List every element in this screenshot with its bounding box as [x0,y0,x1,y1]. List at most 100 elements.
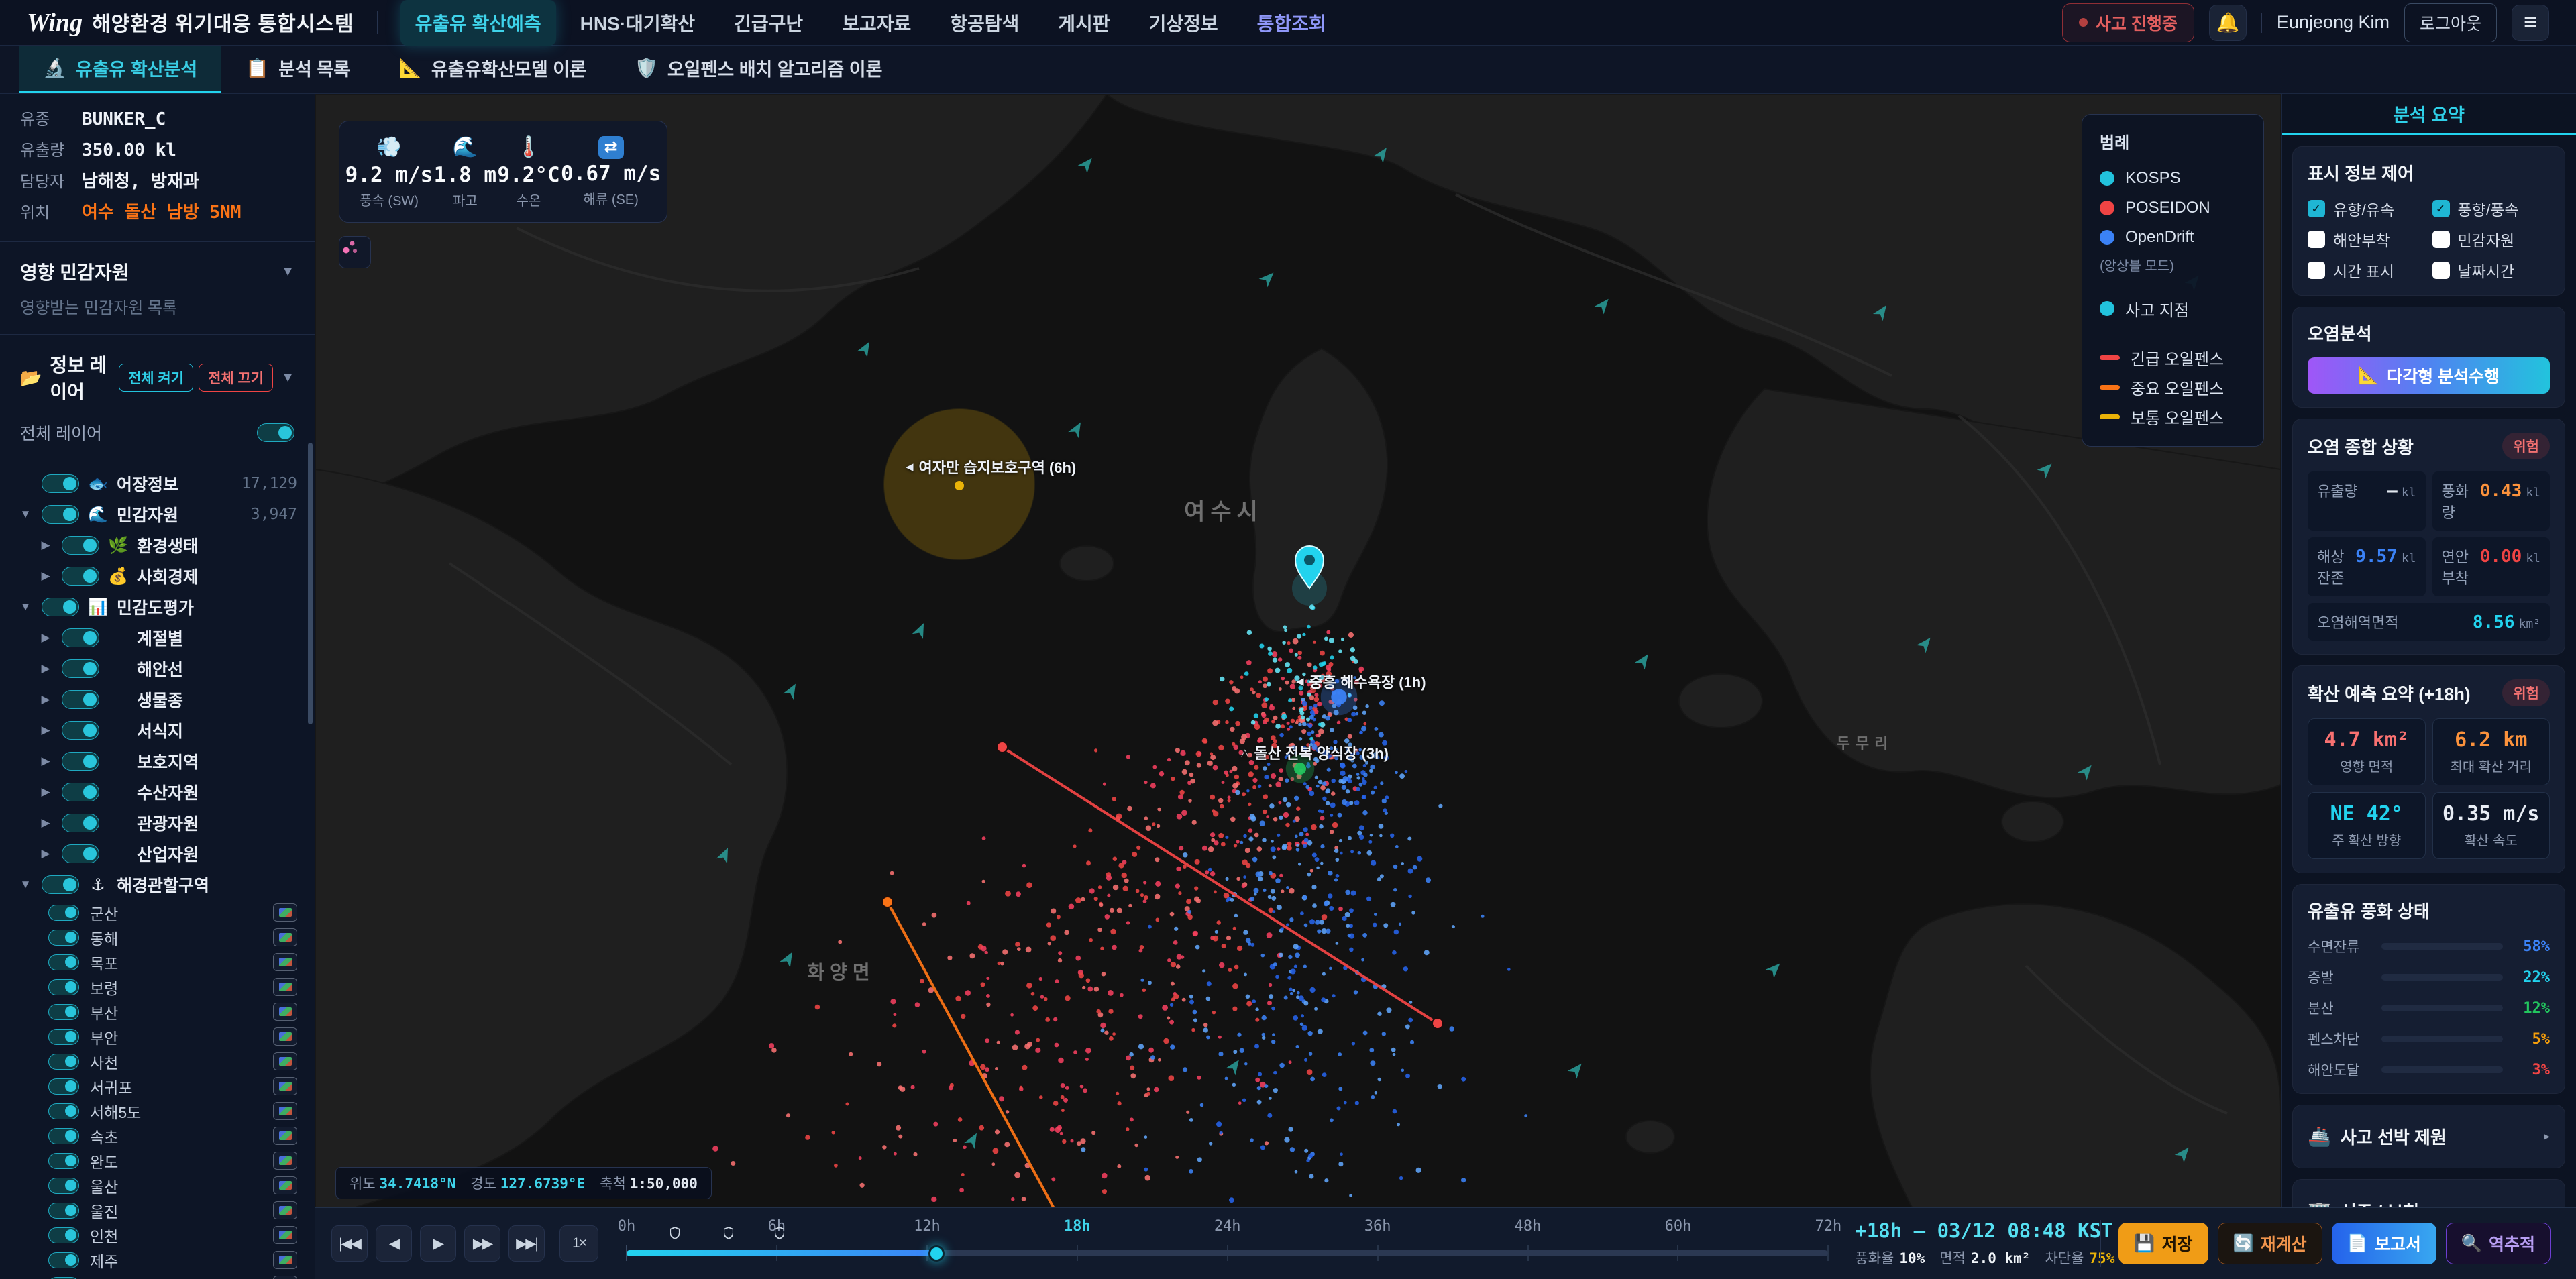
region-map-image-button[interactable] [273,1127,297,1145]
all-layers-on-button[interactable]: 전체 켜기 [119,364,193,392]
sub-tab[interactable]: 📐 유출유확산모델 이론 [374,46,610,93]
display-checkbox-row[interactable]: 풍향/풍속 [2432,197,2551,220]
region-toggle[interactable] [48,1054,79,1070]
chevron-down-icon[interactable]: ▼ [281,370,294,386]
region-toggle[interactable] [48,1029,79,1045]
checkbox-icon[interactable] [2308,231,2325,248]
sub-tab[interactable]: 🛡️ 오일펜스 배치 알고리즘 이론 [610,46,906,93]
region-map-image-button[interactable] [273,1027,297,1046]
tree-caret-icon[interactable]: ▶ [38,569,54,583]
nav-item[interactable]: 유출유 확산예측 [400,0,556,46]
tree-caret-icon[interactable]: ▶ [38,816,54,830]
layer-toggle[interactable] [62,628,99,647]
region-toggle[interactable] [48,979,79,995]
display-checkbox-row[interactable]: 해안부착 [2308,228,2426,251]
region-map-image-button[interactable] [273,1276,297,1279]
layer-toggle[interactable] [62,814,99,832]
region-toggle[interactable] [48,905,79,921]
display-checkbox-row[interactable]: 시간 표시 [2308,259,2426,282]
checkbox-icon[interactable] [2308,200,2325,217]
nav-item[interactable]: 통합조회 [1242,0,1341,46]
chevron-down-icon[interactable]: ▼ [281,264,294,280]
timeline-slider[interactable]: 0h 6h 12h 18h 24h 36h 48h 60h 72h [627,1217,1828,1270]
polygon-analysis-button[interactable]: 📐 다각형 분석수행 [2308,357,2550,394]
timeline-handle[interactable] [928,1245,945,1262]
region-map-image-button[interactable] [273,953,297,971]
region-map-image-button[interactable] [273,978,297,996]
region-map-image-button[interactable] [273,1176,297,1194]
region-map-image-button[interactable] [273,1102,297,1120]
sub-tab[interactable]: 📋 분석 목록 [221,46,374,93]
region-toggle[interactable] [48,1277,79,1279]
tree-caret-icon[interactable]: ▶ [38,631,54,645]
backtrack-button[interactable]: 🔍 역추적 [2446,1223,2551,1264]
layer-toggle[interactable] [62,783,99,801]
chevron-right-icon[interactable]: ▸ [2544,1129,2550,1144]
layer-toggle[interactable] [62,752,99,771]
checkbox-icon[interactable] [2432,231,2450,248]
region-toggle[interactable] [48,1004,79,1020]
checkbox-icon[interactable] [2432,200,2450,217]
region-toggle[interactable] [48,1252,79,1268]
region-toggle[interactable] [48,1078,79,1095]
region-toggle[interactable] [48,930,79,946]
region-toggle[interactable] [48,1128,79,1144]
region-map-image-button[interactable] [273,1152,297,1170]
recalculate-button[interactable]: 🔄 재계산 [2218,1223,2322,1264]
region-map-image-button[interactable] [273,1003,297,1021]
save-button[interactable]: 💾 저장 [2118,1223,2208,1264]
layer-toggle[interactable] [62,690,99,709]
transport-button[interactable]: ▶▶| [508,1225,545,1262]
region-map-image-button[interactable] [273,903,297,922]
owner-insurance-card[interactable]: 🏢 선주 / 보험 ▸ [2292,1179,2565,1207]
layer-toggle[interactable] [62,567,99,586]
nav-item[interactable]: 보고자료 [827,0,926,46]
panel-header-tab[interactable]: 분석 요약 [2282,94,2576,135]
tree-caret-icon[interactable]: ▼ [17,508,34,521]
vessel-spec-card[interactable]: 🚢 사고 선박 제원 ▸ [2292,1105,2565,1168]
region-map-image-button[interactable] [273,928,297,946]
region-map-image-button[interactable] [273,1201,297,1219]
region-toggle[interactable] [48,1178,79,1194]
sidebar-scrollbar[interactable] [308,443,313,724]
nav-item[interactable]: 항공탐색 [935,0,1034,46]
tree-caret-icon[interactable]: ▶ [38,847,54,860]
nav-item[interactable]: 기상정보 [1134,0,1233,46]
transport-button[interactable]: ▶ [420,1225,456,1262]
layer-toggle[interactable] [42,875,79,894]
layer-toggle[interactable] [62,721,99,740]
nav-item[interactable]: HNS·대기확산 [566,0,710,46]
impact-section-header[interactable]: 영향 민감자원 ▼ [0,249,315,294]
tree-caret-icon[interactable]: ▶ [38,539,54,552]
nav-item[interactable]: 게시판 [1043,0,1124,46]
region-toggle[interactable] [48,1203,79,1219]
transport-button[interactable]: ▶▶ [464,1225,500,1262]
region-toggle[interactable] [48,954,79,970]
map-canvas[interactable]: 여수시화양면두무리◀여자만 습지보호구역 (6h)◀중흥 해수욕장 (1h)△돌… [315,94,2281,1207]
display-checkbox-row[interactable]: 유향/유속 [2308,197,2426,220]
region-toggle[interactable] [48,1153,79,1169]
layer-toggle[interactable] [42,474,79,493]
layer-toggle[interactable] [42,598,79,616]
tree-caret-icon[interactable]: ▶ [38,785,54,799]
checkbox-icon[interactable] [2308,262,2325,279]
tree-caret-icon[interactable]: ▼ [17,878,34,891]
master-layer-toggle[interactable] [257,423,294,442]
nav-item[interactable]: 긴급구난 [719,0,818,46]
region-toggle[interactable] [48,1103,79,1119]
logout-button[interactable]: 로그아웃 [2404,3,2497,42]
layer-toggle[interactable] [42,505,79,524]
region-map-image-button[interactable] [273,1251,297,1269]
tree-caret-icon[interactable]: ▶ [38,755,54,768]
tree-caret-icon[interactable]: ▶ [38,724,54,737]
tree-caret-icon[interactable]: ▶ [38,693,54,706]
checkbox-icon[interactable] [2432,262,2450,279]
region-map-image-button[interactable] [273,1077,297,1095]
region-toggle[interactable] [48,1227,79,1243]
display-checkbox-row[interactable]: 민감자원 [2432,228,2551,251]
region-map-image-button[interactable] [273,1052,297,1070]
tree-caret-icon[interactable]: ▼ [17,600,34,614]
notifications-button[interactable]: 🔔 [2209,5,2247,41]
particle-style-tool-button[interactable] [339,236,371,268]
sub-tab[interactable]: 🔬 유출유 확산분석 [19,46,221,93]
